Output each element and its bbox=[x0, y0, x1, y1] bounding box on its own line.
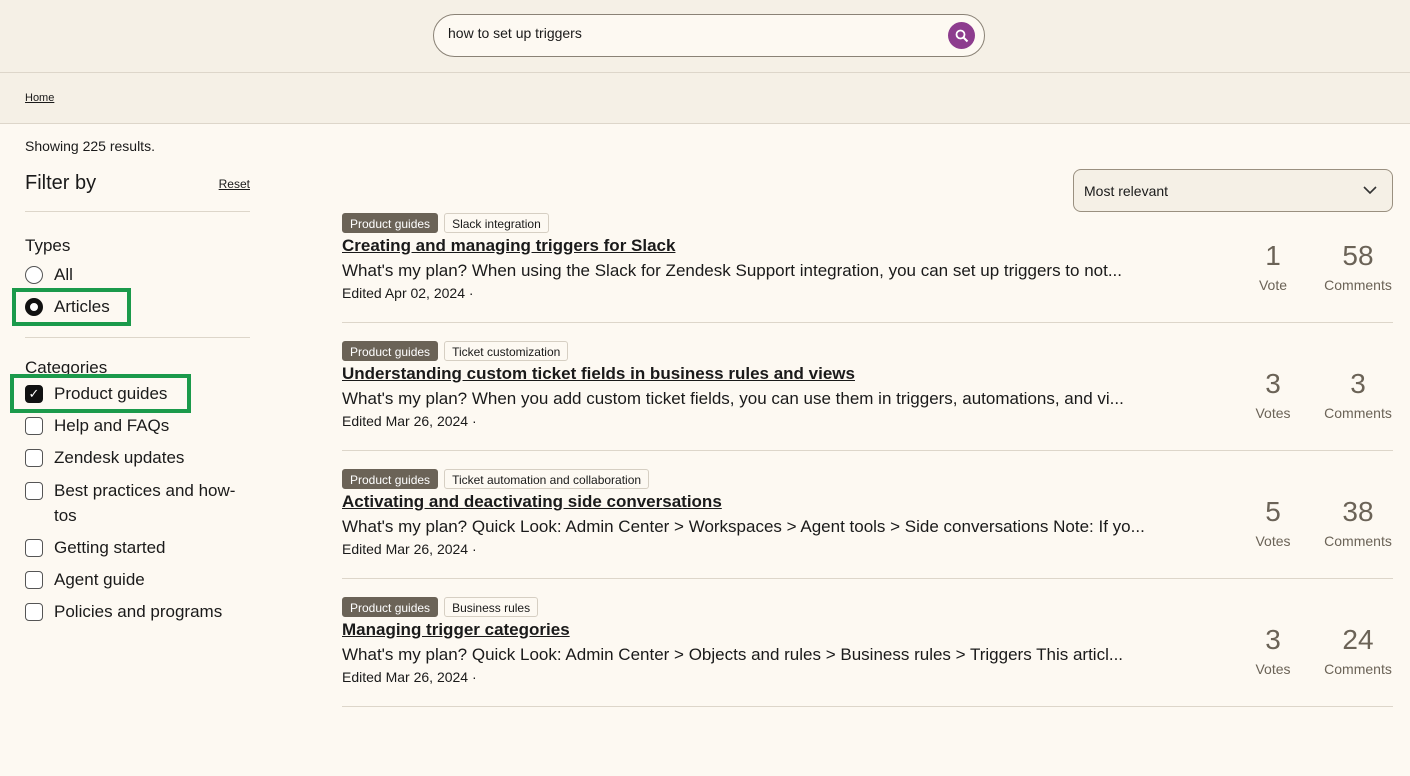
category-tag[interactable]: Product guides bbox=[342, 341, 439, 361]
vote-count: 1 Vote bbox=[1243, 240, 1303, 293]
vote-count: 3 Votes bbox=[1243, 624, 1303, 677]
result-title-link[interactable]: Creating and managing triggers for Slack bbox=[342, 234, 1182, 258]
result-edited-date: Edited Mar 26, 2024 · bbox=[342, 413, 477, 429]
comment-label: Comments bbox=[1324, 660, 1392, 677]
option-label: Zendesk updates bbox=[54, 448, 185, 467]
option-label: Product guides bbox=[54, 384, 168, 403]
breadcrumb: Home bbox=[0, 73, 1410, 124]
type-option-all[interactable]: All bbox=[25, 259, 250, 291]
option-label: Articles bbox=[54, 297, 110, 316]
section-tag[interactable]: Slack integration bbox=[444, 213, 549, 233]
checkbox[interactable] bbox=[25, 449, 43, 467]
vote-count: 5 Votes bbox=[1243, 496, 1303, 549]
comment-label: Comments bbox=[1324, 276, 1392, 293]
result-excerpt: What's my plan? Quick Look: Admin Center… bbox=[342, 517, 1145, 536]
vote-number: 3 bbox=[1265, 367, 1281, 399]
comment-number: 58 bbox=[1342, 239, 1374, 271]
result-title-link[interactable]: Activating and deactivating side convers… bbox=[342, 490, 1182, 514]
categories-heading: Categories bbox=[25, 358, 108, 377]
checkbox-checked[interactable]: ✓ bbox=[25, 385, 43, 403]
option-label: Help and FAQs bbox=[54, 416, 170, 435]
type-option-articles[interactable]: Articles bbox=[12, 288, 250, 326]
option-label: Getting started bbox=[54, 538, 166, 557]
result-excerpt: What's my plan? When using the Slack for… bbox=[342, 261, 1122, 280]
result-edited-date: Edited Mar 26, 2024 · bbox=[342, 669, 477, 685]
result-item: Product guides Business rules Managing tr… bbox=[342, 597, 1393, 707]
category-agent-guide[interactable]: Agent guide bbox=[25, 564, 250, 596]
sort-selected: Most relevant bbox=[1084, 183, 1169, 199]
vote-label: Vote bbox=[1258, 276, 1288, 293]
vote-number: 1 bbox=[1265, 239, 1281, 271]
result-edited-date: Edited Mar 26, 2024 · bbox=[342, 541, 477, 557]
filter-sidebar: Showing 225 results. Filter by Reset Typ… bbox=[10, 138, 250, 628]
option-label: Policies and programs bbox=[54, 602, 223, 621]
vote-count: 3 Votes bbox=[1243, 368, 1303, 421]
checkbox[interactable] bbox=[25, 603, 43, 621]
comment-count: 3 Comments bbox=[1323, 368, 1393, 421]
result-title-link[interactable]: Managing trigger categories bbox=[342, 618, 1182, 642]
results-list: Product guides Slack integration Creating… bbox=[342, 213, 1393, 725]
category-product-guides[interactable]: ✓ Product guides bbox=[10, 374, 250, 413]
result-excerpt: What's my plan? When you add custom tick… bbox=[342, 389, 1124, 408]
category-tag[interactable]: Product guides bbox=[342, 469, 439, 489]
category-policies-programs[interactable]: Policies and programs bbox=[25, 596, 250, 628]
comment-number: 3 bbox=[1350, 367, 1366, 399]
section-tag[interactable]: Ticket automation and collaboration bbox=[444, 469, 650, 489]
radio-button[interactable] bbox=[25, 266, 43, 284]
vote-number: 5 bbox=[1265, 495, 1281, 527]
vote-label: Votes bbox=[1255, 532, 1291, 549]
checkbox[interactable] bbox=[25, 571, 43, 589]
comment-label: Comments bbox=[1324, 532, 1392, 549]
result-item: Product guides Ticket customization Under… bbox=[342, 341, 1393, 451]
reset-link[interactable]: Reset bbox=[219, 177, 250, 191]
category-tag[interactable]: Product guides bbox=[342, 213, 439, 233]
vote-label: Votes bbox=[1255, 404, 1291, 421]
option-label: Best practices and how-tos bbox=[54, 481, 236, 525]
filter-heading: Filter by bbox=[25, 172, 97, 194]
section-tag[interactable]: Ticket customization bbox=[444, 341, 569, 361]
checkbox[interactable] bbox=[25, 482, 43, 500]
chevron-down-icon bbox=[1363, 186, 1377, 195]
result-excerpt: What's my plan? Quick Look: Admin Center… bbox=[342, 645, 1124, 664]
checkbox[interactable] bbox=[25, 417, 43, 435]
section-tag[interactable]: Business rules bbox=[444, 597, 539, 617]
search-button[interactable] bbox=[948, 22, 975, 49]
search-bar bbox=[433, 14, 985, 57]
option-label: All bbox=[54, 265, 73, 284]
comment-count: 58 Comments bbox=[1323, 240, 1393, 293]
category-best-practices[interactable]: Best practices and how-tos bbox=[25, 474, 250, 532]
option-label: Agent guide bbox=[54, 570, 145, 589]
category-getting-started[interactable]: Getting started bbox=[25, 532, 250, 564]
result-edited-date: Edited Apr 02, 2024 · bbox=[342, 285, 474, 301]
result-title-link[interactable]: Understanding custom ticket fields in bu… bbox=[342, 362, 1182, 386]
comment-count: 38 Comments bbox=[1323, 496, 1393, 549]
checkbox[interactable] bbox=[25, 539, 43, 557]
types-heading: Types bbox=[25, 236, 71, 255]
comment-number: 38 bbox=[1342, 495, 1374, 527]
results-count: Showing 225 results. bbox=[25, 138, 155, 154]
vote-number: 3 bbox=[1265, 623, 1281, 655]
category-tag[interactable]: Product guides bbox=[342, 597, 439, 617]
breadcrumb-home-link[interactable]: Home bbox=[25, 92, 54, 104]
comment-number: 24 bbox=[1342, 623, 1374, 655]
comment-count: 24 Comments bbox=[1323, 624, 1393, 677]
comment-label: Comments bbox=[1324, 404, 1392, 421]
vote-label: Votes bbox=[1255, 660, 1291, 677]
sort-dropdown[interactable]: Most relevant bbox=[1073, 169, 1393, 212]
search-icon bbox=[955, 29, 968, 42]
result-item: Product guides Ticket automation and coll… bbox=[342, 469, 1393, 579]
search-input[interactable] bbox=[448, 25, 928, 41]
category-help-faqs[interactable]: Help and FAQs bbox=[25, 410, 250, 442]
radio-button-selected[interactable] bbox=[25, 298, 43, 316]
header bbox=[0, 0, 1410, 73]
category-zendesk-updates[interactable]: Zendesk updates bbox=[25, 442, 250, 474]
result-item: Product guides Slack integration Creating… bbox=[342, 213, 1393, 323]
